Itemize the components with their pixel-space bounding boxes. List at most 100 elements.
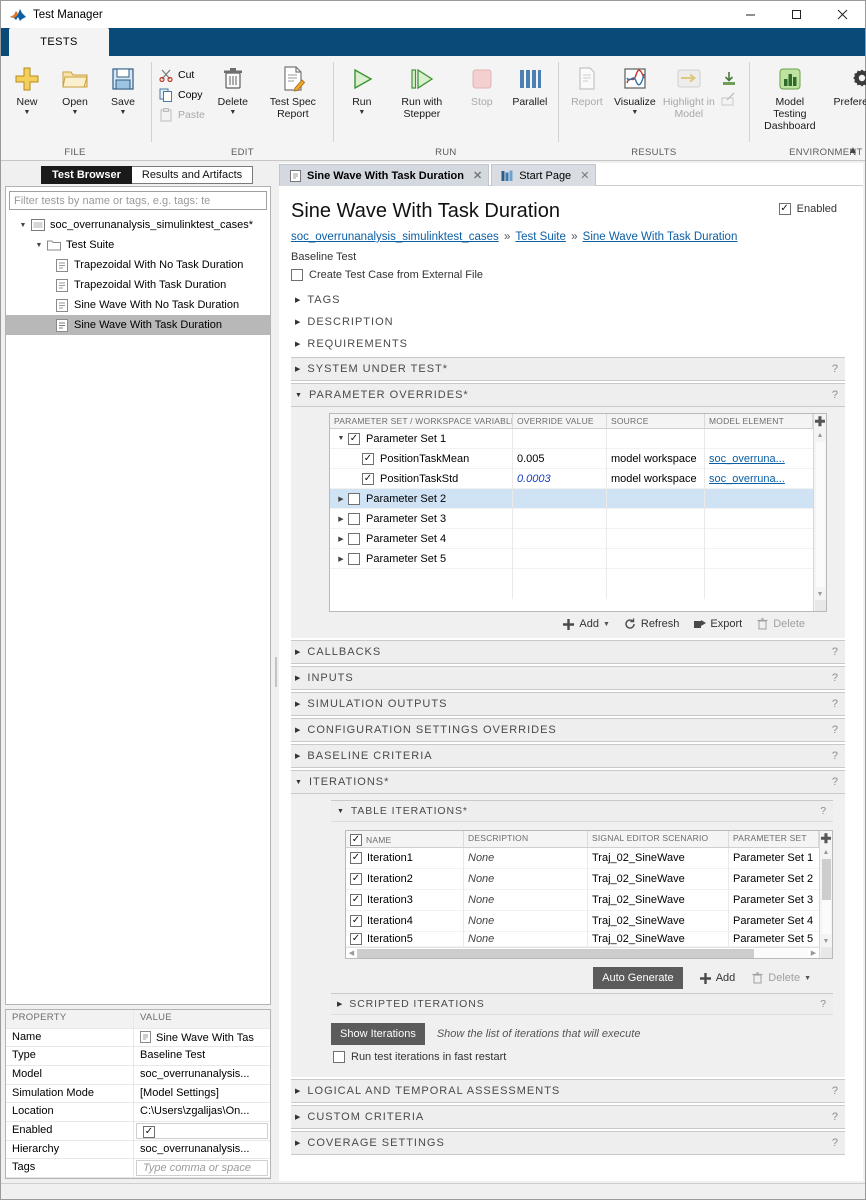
property-row-model[interactable]: Model soc_overrunanalysis... — [6, 1066, 270, 1085]
chevron-down-icon[interactable]: ▼ — [804, 975, 811, 982]
add-column-icon[interactable]: ✚ — [815, 414, 826, 429]
add-column-icon[interactable]: ✚ — [821, 831, 832, 846]
select-all-checkbox[interactable] — [350, 834, 362, 846]
section-configuration-settings-overrides[interactable]: ▶ CONFIGURATION SETTINGS OVERRIDES ? — [291, 718, 845, 742]
table-row[interactable]: ▼ Parameter Set 1 — [330, 429, 813, 449]
close-icon[interactable]: ✕ — [473, 169, 482, 182]
chevron-right-icon[interactable]: ▶ — [334, 495, 348, 503]
iteration-scenario[interactable]: Traj_02_SineWave — [588, 869, 729, 890]
override-value-editing[interactable]: 0.0003 — [517, 473, 551, 485]
row-checkbox[interactable] — [350, 873, 362, 885]
collapse-ribbon-icon[interactable]: ▲ — [845, 142, 861, 158]
help-icon[interactable]: ? — [832, 1137, 839, 1149]
iteration-description[interactable]: None — [464, 890, 588, 911]
model-element-link[interactable]: soc_overruna... — [709, 473, 785, 485]
section-custom-criteria[interactable]: ▶ CUSTOM CRITERIA ? — [291, 1105, 845, 1129]
chevron-down-icon[interactable]: ▼ — [631, 109, 638, 117]
column-header-parameter-set[interactable]: PARAMETER SET — [729, 831, 819, 847]
property-row-tags[interactable]: Tags Type comma or space — [6, 1159, 270, 1178]
help-icon[interactable]: ? — [832, 363, 839, 375]
param-add-button[interactable]: Add ▼ — [562, 618, 610, 630]
table-row[interactable]: ▶ Parameter Set 3 — [330, 509, 813, 529]
row-checkbox[interactable] — [348, 493, 360, 505]
table-row[interactable]: Iteration4 None Traj_02_SineWave Paramet… — [346, 911, 819, 932]
row-checkbox[interactable] — [362, 453, 374, 465]
row-checkbox[interactable] — [350, 933, 362, 945]
iteration-scenario[interactable]: Traj_02_SineWave — [588, 932, 729, 947]
visualize-button[interactable]: Visualize ▼ — [611, 61, 659, 117]
tree-item-sine-wave-task-duration[interactable]: Sine Wave With Task Duration — [6, 315, 270, 335]
chevron-down-icon[interactable]: ▼ — [32, 242, 46, 249]
run-button[interactable]: Run ▼ — [338, 61, 386, 117]
help-icon[interactable]: ? — [832, 750, 839, 762]
row-checkbox[interactable] — [350, 915, 362, 927]
iteration-parameter-set[interactable]: Parameter Set 5 — [729, 932, 819, 947]
close-icon[interactable]: ✕ — [580, 169, 589, 182]
parallel-button[interactable]: Parallel — [506, 61, 554, 108]
property-row-location[interactable]: Location C:\Users\zgalijas\On... — [6, 1103, 270, 1122]
column-header-description[interactable]: DESCRIPTION — [464, 831, 588, 847]
enabled-toggle[interactable]: Enabled — [779, 203, 837, 215]
property-row-hierarchy[interactable]: Hierarchy soc_overrunanalysis... — [6, 1141, 270, 1160]
scroll-up-icon[interactable]: ▲ — [823, 846, 830, 858]
section-tags[interactable]: ▶ TAGS — [291, 289, 845, 311]
external-file-checkbox[interactable] — [291, 269, 303, 281]
column-header-signal-editor-scenario[interactable]: SIGNAL EDITOR SCENARIO — [588, 831, 729, 847]
tab-results-and-artifacts[interactable]: Results and Artifacts — [132, 166, 253, 184]
iteration-description[interactable]: None — [464, 911, 588, 932]
help-icon[interactable]: ? — [832, 389, 839, 401]
table-row[interactable]: Iteration5 None Traj_02_SineWave Paramet… — [346, 932, 819, 947]
export-results-button[interactable] — [719, 69, 745, 89]
model-element-link[interactable]: soc_overruna... — [709, 453, 785, 465]
minimize-button[interactable] — [727, 1, 773, 28]
help-icon[interactable]: ? — [832, 1111, 839, 1123]
chevron-down-icon[interactable]: ▼ — [16, 222, 30, 229]
table-row[interactable]: Iteration1 None Traj_02_SineWave Paramet… — [346, 848, 819, 869]
section-table-iterations[interactable]: ▼ TABLE ITERATIONS* ? — [331, 800, 833, 822]
override-value[interactable] — [513, 489, 607, 509]
row-checkbox[interactable] — [348, 533, 360, 545]
run-with-stepper-button[interactable]: Run with Stepper — [386, 61, 458, 120]
help-icon[interactable]: ? — [820, 805, 827, 817]
property-row-name[interactable]: Name Sine Wave With Tas — [6, 1029, 270, 1048]
tab-test-browser[interactable]: Test Browser — [41, 166, 132, 184]
section-inputs[interactable]: ▶ INPUTS ? — [291, 666, 845, 690]
iteration-parameter-set[interactable]: Parameter Set 4 — [729, 911, 819, 932]
iteration-description[interactable]: None — [464, 848, 588, 869]
chevron-down-icon[interactable]: ▼ — [334, 435, 348, 442]
tree-item-trapezoidal-task-duration[interactable]: Trapezoidal With Task Duration — [6, 275, 270, 295]
section-description[interactable]: ▶ DESCRIPTION — [291, 311, 845, 333]
fast-restart-row[interactable]: Run test iterations in fast restart — [333, 1051, 845, 1063]
show-iterations-button[interactable]: Show Iterations — [331, 1023, 425, 1045]
doc-tab-sine-wave-with-task-duration[interactable]: Sine Wave With Task Duration ✕ — [279, 164, 489, 186]
chevron-down-icon[interactable]: ▼ — [229, 109, 236, 117]
test-spec-report-button[interactable]: Test Spec Report — [257, 61, 329, 120]
maximize-button[interactable] — [773, 1, 819, 28]
iteration-scenario[interactable]: Traj_02_SineWave — [588, 911, 729, 932]
help-icon[interactable]: ? — [832, 646, 839, 658]
enabled-checkbox[interactable] — [143, 1126, 155, 1138]
scroll-up-icon[interactable]: ▲ — [817, 429, 824, 441]
property-row-simulation-mode[interactable]: Simulation Mode [Model Settings] — [6, 1085, 270, 1104]
column-header-parameter-set[interactable]: PARAMETER SET / WORKSPACE VARIABLE — [330, 414, 513, 428]
param-export-button[interactable]: Export — [693, 618, 742, 630]
auto-generate-button[interactable]: Auto Generate — [593, 967, 683, 989]
iteration-parameter-set[interactable]: Parameter Set 3 — [729, 890, 819, 911]
iteration-description[interactable]: None — [464, 869, 588, 890]
iteration-scenario[interactable]: Traj_02_SineWave — [588, 848, 729, 869]
save-button[interactable]: Save ▼ — [99, 61, 147, 117]
iteration-add-button[interactable]: Add — [699, 972, 736, 984]
tree-item-trapezoidal-no-task-duration[interactable]: Trapezoidal With No Task Duration — [6, 255, 270, 275]
section-callbacks[interactable]: ▶ CALLBACKS ? — [291, 640, 845, 664]
help-icon[interactable]: ? — [832, 776, 839, 788]
table-row[interactable]: ▶ Parameter Set 5 — [330, 549, 813, 569]
help-icon[interactable]: ? — [832, 1085, 839, 1097]
row-checkbox[interactable] — [348, 553, 360, 565]
scroll-right-icon[interactable]: ▶ — [808, 949, 819, 957]
filter-tests-input[interactable]: Filter tests by name or tags, e.g. tags:… — [9, 191, 267, 210]
resize-handle[interactable] — [815, 600, 826, 611]
enabled-checkbox[interactable] — [779, 203, 791, 215]
breadcrumb-item-test-file[interactable]: soc_overrunanalysis_simulinktest_cases — [291, 231, 499, 243]
preferences-button[interactable]: Preferences — [826, 61, 866, 108]
scroll-left-icon[interactable]: ◀ — [346, 949, 357, 957]
